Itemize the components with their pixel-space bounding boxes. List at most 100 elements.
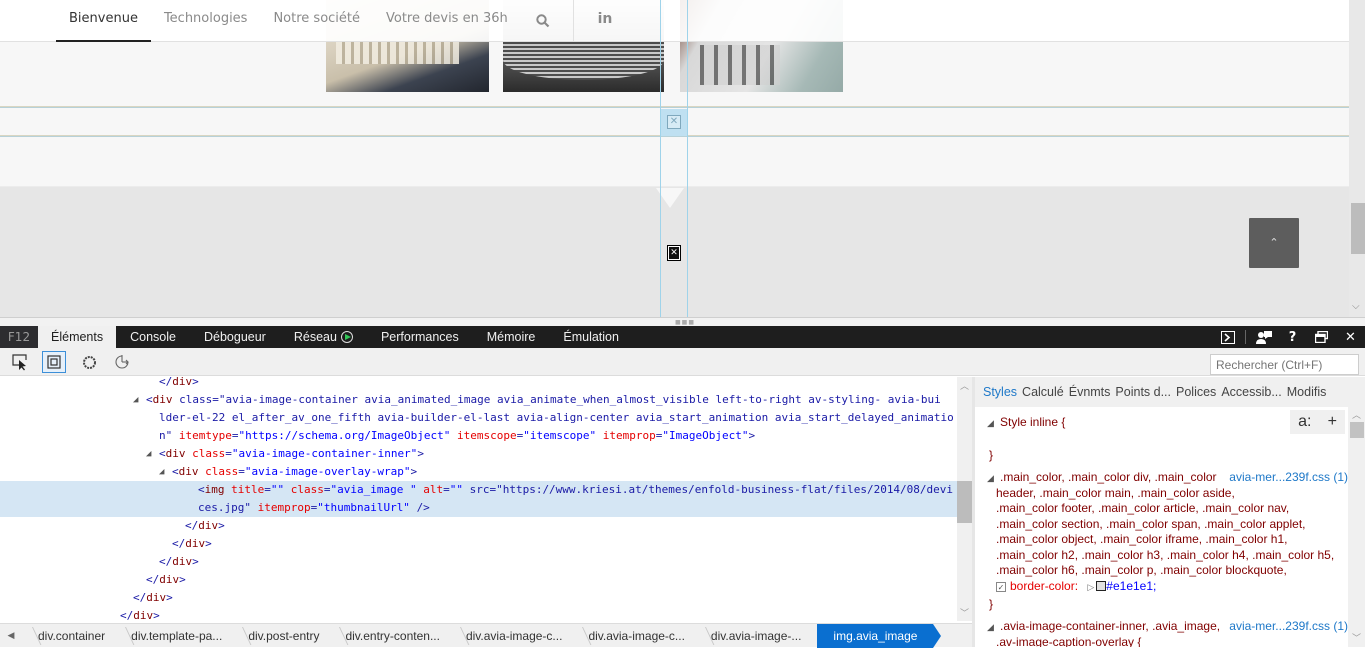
tab-elements[interactable]: Éléments (38, 326, 117, 348)
rule-selector[interactable]: ◢ .main_color, .main_color div, .main_col… (987, 470, 1217, 487)
dom-node[interactable]: </div> (0, 377, 957, 391)
breadcrumb-item[interactable]: div.template-pa... (115, 624, 232, 648)
chevron-down-icon[interactable]: ⌵ (1352, 301, 1360, 312)
dom-node[interactable]: </div> (0, 589, 957, 607)
color-picker-button[interactable] (77, 351, 101, 373)
color-swatch[interactable] (1096, 580, 1107, 591)
broken-image-icon: ✕ (667, 115, 681, 129)
divider (1245, 330, 1246, 344)
tab-accessibility[interactable]: Accessib... (1221, 385, 1281, 399)
breadcrumb-item[interactable]: div.avia-image-c... (572, 624, 694, 648)
tab-fonts[interactable]: Polices (1176, 385, 1216, 399)
refresh-dom-button[interactable] (110, 351, 134, 373)
nav-item-devis[interactable]: Votre devis en 36h (373, 0, 521, 42)
dom-node[interactable]: lder-el-22 el_after_av_one_fifth avia-bu… (0, 409, 957, 427)
dom-node-text: </div> (185, 519, 225, 532)
property-value[interactable]: #e1e1e1; (1106, 579, 1156, 593)
styles-scrollbar[interactable]: ︿ ﹀ (1348, 407, 1365, 647)
tab-emulation[interactable]: Émulation (549, 326, 633, 348)
tab-console[interactable]: Console (116, 326, 190, 348)
expand-triangle-icon[interactable]: ◢ (146, 445, 159, 463)
close-devtools-button[interactable]: ✕ (1336, 326, 1365, 348)
property-name[interactable]: border-color: (1010, 579, 1078, 593)
highlight-element-button[interactable] (42, 351, 66, 373)
chevron-down-icon[interactable]: ﹀ (960, 606, 969, 619)
nav-divider (573, 0, 574, 42)
help-button[interactable]: ? (1278, 326, 1307, 348)
rule-selector: .main_color section, .main_color span, .… (996, 516, 1306, 531)
tab-performance[interactable]: Performances (367, 326, 473, 348)
dom-node[interactable]: </div> (0, 517, 957, 535)
breadcrumb-item[interactable]: div.avia-image-... (695, 624, 811, 648)
tab-changes[interactable]: Modifis (1287, 385, 1327, 399)
dom-search-input[interactable] (1210, 354, 1359, 375)
dom-node[interactable]: ◢ <div class="avia-image-overlay-wrap"> (0, 463, 957, 481)
select-element-button[interactable] (8, 351, 32, 373)
dom-tree[interactable]: </div> ◢ <div class="avia-image-container … (0, 377, 957, 621)
tab-styles[interactable]: Styles (983, 385, 1017, 399)
rule-selector[interactable]: ◢ .avia-image-container-inner, .avia_imag… (987, 619, 1220, 636)
linkedin-link[interactable]: in (590, 0, 620, 42)
chevron-down-icon[interactable]: ﹀ (1352, 631, 1361, 644)
breadcrumb-item[interactable]: div.post-entry (232, 624, 329, 648)
chevron-up-icon[interactable]: ︿ (1352, 408, 1361, 421)
expand-triangle-icon[interactable]: ◢ (987, 471, 1000, 487)
breadcrumb-item-selected[interactable]: img.avia_image (817, 623, 942, 648)
tab-network-label: Réseau (293, 330, 337, 344)
dom-tree-scrollbar[interactable]: ︿ ﹀ (957, 377, 972, 621)
chevron-up-icon[interactable]: ︿ (960, 379, 969, 392)
tab-memory[interactable]: Mémoire (473, 326, 550, 348)
undock-icon (1315, 331, 1328, 343)
toggle-pseudo-button[interactable]: a: (1298, 413, 1311, 431)
expand-triangle-icon[interactable]: ◢ (987, 416, 1000, 432)
broken-image-icon: ✕ (667, 245, 681, 261)
undock-button[interactable] (1307, 326, 1336, 348)
expand-triangle-icon[interactable]: ◢ (987, 620, 1000, 636)
expand-triangle-icon[interactable]: ◢ (133, 391, 146, 409)
devtools-splitter[interactable]: ■■■ (0, 317, 1365, 326)
tab-network[interactable]: Réseau (280, 326, 367, 348)
tab-debugger[interactable]: Débogueur (190, 326, 280, 348)
dom-node[interactable]: </div> (0, 571, 957, 589)
breadcrumb-item[interactable]: div.avia-image-c... (450, 624, 572, 648)
dom-node[interactable]: </div> (0, 535, 957, 553)
dom-node[interactable]: ◢ <div class="avia-image-container-inner"… (0, 445, 957, 463)
stylesheet-link[interactable]: avia-mer...239f.css (1) (1229, 619, 1348, 633)
nav-item-notre-societe[interactable]: Notre société (260, 0, 373, 42)
scrollbar-thumb[interactable] (957, 481, 972, 523)
console-toggle-button[interactable] (1213, 326, 1242, 348)
breadcrumb-item[interactable]: div.entry-conten... (329, 624, 450, 648)
nav-item-bienvenue[interactable]: Bienvenue (56, 0, 151, 42)
declaration-checkbox[interactable]: ✓ (996, 581, 1006, 592)
scrollbar-thumb[interactable] (1351, 203, 1365, 254)
expand-triangle-icon[interactable]: ◢ (159, 463, 172, 481)
dom-node[interactable]: n" itemtype="https://schema.org/ImageObj… (0, 427, 957, 445)
dom-node[interactable]: ◢ <div class="avia-image-container avia_a… (0, 391, 957, 409)
tab-events[interactable]: Évnmts (1069, 385, 1111, 399)
page-scrollbar[interactable]: ⌵ (1349, 0, 1365, 320)
expand-triangle-icon[interactable]: ▷ (1087, 582, 1094, 592)
feedback-button[interactable] (1249, 326, 1278, 348)
nav-item-technologies[interactable]: Technologies (151, 0, 261, 42)
dom-node-selected[interactable]: ces.jpg" itemprop="thumbnailUrl" /> (0, 499, 957, 517)
dom-node-selected[interactable]: <img title="" class="avia_image " alt=""… (0, 481, 957, 499)
search-button[interactable] (521, 0, 565, 42)
scroll-to-top-button[interactable]: ⌃ (1249, 218, 1299, 268)
dom-node[interactable]: </div> (0, 607, 957, 621)
dom-node-text: <div class="avia-image-container-inner"> (159, 447, 424, 460)
dom-node-text: lder-el-22 el_after_av_one_fifth avia-bu… (159, 411, 954, 424)
dom-node[interactable]: </div> (0, 553, 957, 571)
scrollbar-thumb[interactable] (1350, 422, 1364, 438)
tab-computed[interactable]: Calculé (1022, 385, 1064, 399)
css-declaration[interactable]: ✓ border-color: ▷ #e1e1e1; (996, 579, 1156, 596)
add-rule-button[interactable]: + (1328, 413, 1337, 431)
dom-node-text: <img title="" class="avia_image " alt=""… (198, 483, 954, 496)
styles-pane: Styles Calculé Évnmts Points d... Police… (975, 377, 1365, 647)
breadcrumb-item[interactable]: div.container (22, 624, 115, 648)
inline-style-rule[interactable]: ◢ Style inline { (987, 415, 1065, 432)
tab-breakpoints[interactable]: Points d... (1115, 385, 1171, 399)
stylesheet-link[interactable]: avia-mer...239f.css (1) (1229, 470, 1348, 484)
breadcrumb-scroll-left-icon[interactable]: ◀ (0, 630, 22, 641)
feedback-icon (1255, 330, 1272, 344)
grip-icon: ■■■ (675, 319, 696, 326)
